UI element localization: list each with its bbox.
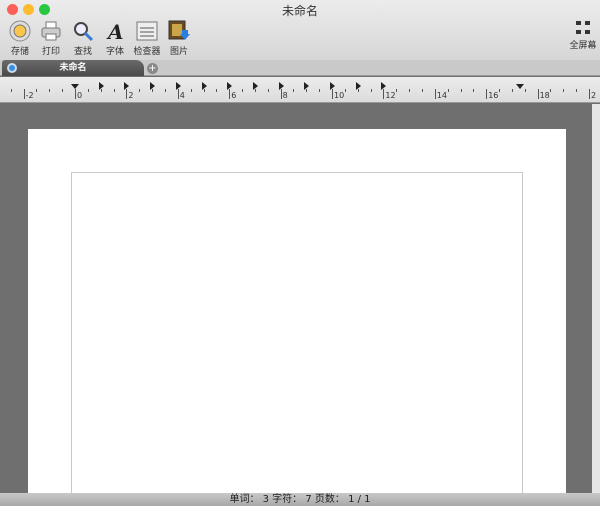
ruler-label: 6 [231,91,237,100]
window-title: 未命名 [281,4,318,18]
ruler-label: -2 [25,91,34,100]
font-icon: A [106,20,124,42]
ruler-tick [177,89,179,99]
ruler-tick [524,89,526,92]
ruler-tick [10,89,12,92]
font-label: 字体 [105,47,124,57]
magnifier-icon [74,22,94,42]
ruler-tick [447,89,449,92]
ruler-tick [589,89,590,99]
ruler-tick [563,89,565,92]
inspector-icon [136,21,158,41]
ruler-tick [49,89,51,92]
add-tab-button[interactable]: + [147,63,158,74]
ruler-tick [280,89,282,99]
status-bar: 单词： 3 字符： 7 页数： 1 / 1 [0,493,600,506]
tab-stop-marker[interactable] [98,82,104,90]
ruler-tick [499,89,501,92]
image-button[interactable]: 图片 [159,20,199,57]
ruler-tick [473,89,475,92]
left-indent-marker[interactable] [71,84,79,89]
ruler-tick [229,89,231,99]
tab-stop-marker[interactable] [201,82,207,90]
ruler-tick [537,89,539,99]
ruler-tick [409,89,411,92]
fullscreen-label: 全屏幕 [569,41,597,51]
ruler-tick [460,89,462,92]
image-label: 图片 [169,47,188,57]
tab-stop-marker[interactable] [381,82,387,90]
ruler-label: 18 [539,91,550,100]
ruler-tick [267,89,269,92]
ruler-tick [87,89,89,92]
inspector-label: 检查器 [133,47,161,57]
ruler-label: 16 [488,91,499,100]
fullscreen-icon [576,21,590,34]
text-area[interactable] [71,172,523,502]
ruler-label: 2 [128,91,134,100]
tab-untitled[interactable]: 未命名 [2,60,144,76]
ruler-tick [383,89,385,99]
ruler[interactable]: -2 0 2 4 6 8 10 12 14 16 18 2 [0,77,600,103]
tab-stop-marker[interactable] [175,82,181,90]
document-canvas [0,104,592,502]
tab-bar: 未命名 + [0,60,600,76]
ruler-tick [242,89,244,92]
tab-stop-marker[interactable] [124,82,130,90]
ruler-tick [126,89,128,99]
ruler-tick [139,89,141,92]
ruler-tick [75,89,76,99]
ruler-tick [486,89,488,99]
ruler-tick [332,89,333,99]
ruler-label: 4 [179,91,185,100]
page[interactable] [28,129,566,502]
save-icon [9,20,31,42]
tab-stop-marker[interactable] [227,82,233,90]
title-bar: 未命名 存储 打印 查找 A 字体 检查器 图片 全屏幕 [0,0,600,60]
tab-stop-marker[interactable] [355,82,361,90]
ruler-tick [36,89,38,92]
tab-stop-marker[interactable] [304,82,310,90]
ruler-label: 12 [385,91,396,100]
ruler-tick [216,89,218,92]
ruler-tick [421,89,423,92]
tab-label: 未命名 [59,63,87,73]
printer-icon [41,21,61,41]
ruler-tick [434,89,436,99]
ruler-tick [62,89,64,92]
ruler-tick [396,89,398,92]
ruler-tick [576,89,578,92]
tab-stop-marker[interactable] [150,82,156,90]
ruler-tick [23,89,25,99]
tab-stop-marker[interactable] [252,82,258,90]
ruler-label: 0 [77,91,83,100]
ruler-tick [293,89,295,92]
find-label: 查找 [73,47,92,57]
ruler-tick [370,89,372,92]
fullscreen-button[interactable]: 全屏幕 [566,20,600,51]
ruler-label: 8 [282,91,288,100]
tab-stop-marker[interactable] [278,82,284,90]
ruler-tick [190,89,192,92]
print-label: 打印 [41,47,60,57]
save-label: 存储 [10,47,29,57]
ruler-tick [164,89,166,92]
image-icon [168,20,190,40]
ruler-tick [344,89,346,92]
ruler-tick [113,89,115,92]
svg-text:A: A [106,20,124,42]
right-indent-marker[interactable] [515,84,524,89]
ruler-tick [319,89,321,92]
ruler-label: 10 [334,91,345,100]
ruler-label: 2 [591,91,597,100]
ruler-label: 14 [436,91,447,100]
ruler-tick [550,89,552,92]
ruler-tick [511,89,513,92]
vertical-scrollbar[interactable] [592,104,600,493]
tab-stop-marker[interactable] [330,82,335,90]
document-icon [7,63,17,73]
